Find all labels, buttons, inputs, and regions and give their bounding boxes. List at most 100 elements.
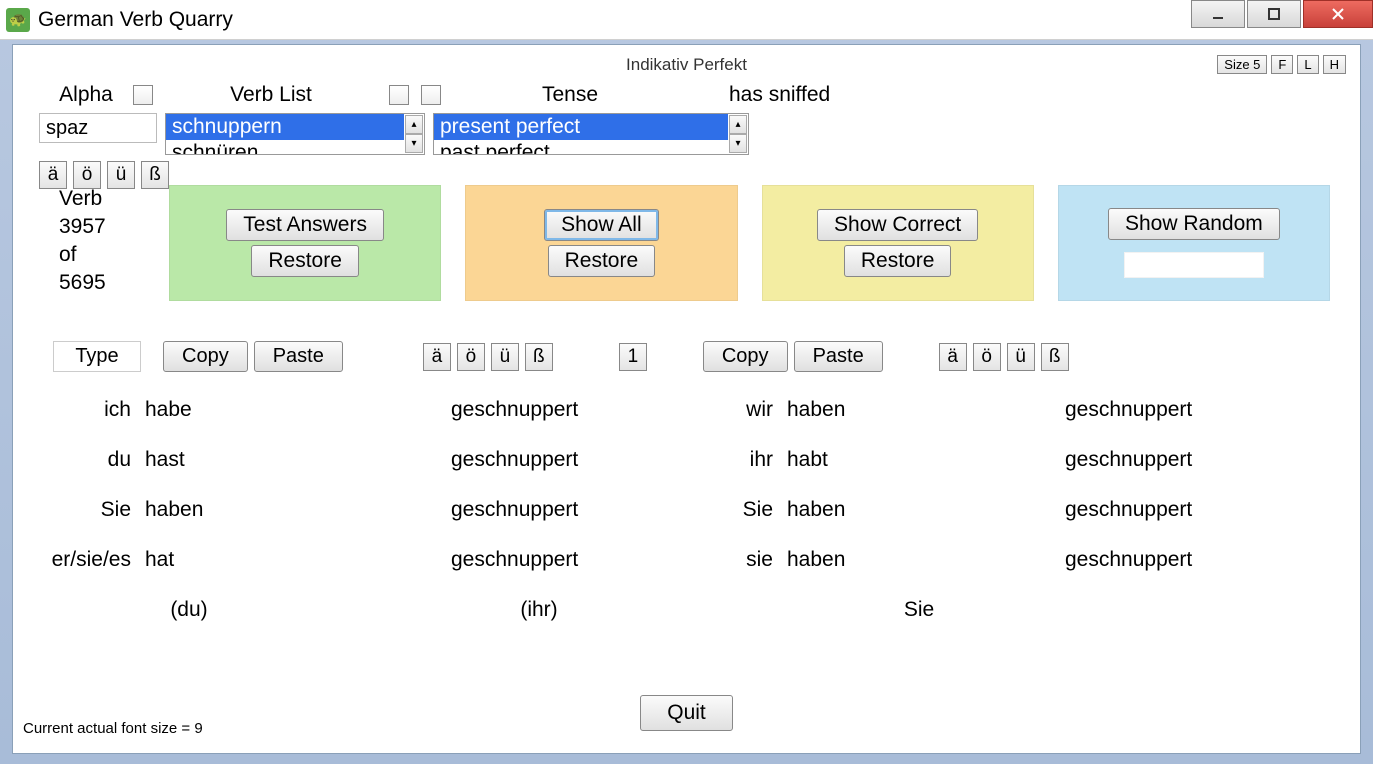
aux-field[interactable]: haben [783,398,875,422]
counter-l4: 5695 [59,269,106,297]
aux-field[interactable]: habt [783,448,875,472]
titlebar: 🐢 German Verb Quarry [0,0,1373,40]
char-u-button-2[interactable]: ü [491,343,519,371]
pronoun: Sie [729,498,783,522]
aux-field[interactable]: hat [141,548,231,572]
imper-sie: Sie [729,598,1109,622]
translation: has sniffed [729,83,830,107]
panel-show-random: Show Random [1058,185,1330,301]
digit-button[interactable]: 1 [619,343,647,371]
paste-button-left[interactable]: Paste [254,341,343,372]
tense-item-next[interactable]: past perfect [434,140,728,155]
pronoun: ihr [729,448,783,472]
tense-list-up[interactable]: ▴ [729,115,747,134]
char-ss-button-3[interactable]: ß [1041,343,1069,371]
alpha-checkbox[interactable] [133,85,153,105]
counter-l2: 3957 [59,213,106,241]
participle-field[interactable]: geschnuppert [1061,448,1239,472]
aux-field[interactable]: habe [141,398,231,422]
verb-item-selected[interactable]: schnuppern [166,114,404,140]
char-o-button-2[interactable]: ö [457,343,485,371]
tense-checkbox[interactable] [421,85,441,105]
panel-test: Test Answers Restore [169,185,441,301]
verb-item-next[interactable]: schnüren [166,140,404,155]
imper-ihr: (ihr) [349,598,729,622]
h-button[interactable]: H [1323,55,1346,74]
imper-du: (du) [29,598,349,622]
restore-button-1[interactable]: Restore [251,245,359,277]
counter-l3: of [59,241,106,269]
pronoun: wir [729,398,783,422]
restore-button-2[interactable]: Restore [548,245,656,277]
copy-button-left[interactable]: Copy [163,341,248,372]
test-answers-button[interactable]: Test Answers [226,209,384,241]
l-button[interactable]: L [1297,55,1318,74]
maximize-button[interactable] [1247,0,1301,28]
pronoun: du [29,448,141,472]
panel-show-all: Show All Restore [465,185,737,301]
char-ss-button[interactable]: ß [141,161,169,189]
verb-list-down[interactable]: ▾ [405,134,423,153]
pronoun: er/sie/es [29,548,141,572]
participle-field[interactable]: geschnuppert [447,548,625,572]
app-icon: 🐢 [6,8,30,32]
conjugation-grid: ich habe geschnuppert wir haben geschnup… [29,385,1330,635]
char-u-button[interactable]: ü [107,161,135,189]
paste-button-right[interactable]: Paste [794,341,883,372]
aux-field[interactable]: haben [141,498,231,522]
participle-field[interactable]: geschnuppert [1061,498,1239,522]
aux-field[interactable]: hast [141,448,231,472]
counter-l1: Verb [59,185,106,213]
close-button[interactable] [1303,0,1373,28]
verb-list-checkbox[interactable] [389,85,409,105]
verb-list-label: Verb List [153,83,389,107]
char-a-button-3[interactable]: ä [939,343,967,371]
char-a-button-2[interactable]: ä [423,343,451,371]
alpha-input[interactable] [39,113,157,143]
minimize-button[interactable] [1191,0,1245,28]
f-button[interactable]: F [1271,55,1293,74]
tense-item-selected[interactable]: present perfect [434,114,728,140]
conj-row: Sie haben geschnuppert Sie haben geschnu… [29,485,1330,535]
mid-toolbar: Type Copy Paste ä ö ü ß 1 Copy Paste ä ö… [53,341,1330,372]
verb-list-up[interactable]: ▴ [405,115,423,134]
participle-field[interactable]: geschnuppert [447,398,625,422]
quit-button[interactable]: Quit [640,695,733,731]
imperative-row: (du) (ihr) Sie [29,585,1330,635]
conj-row: ich habe geschnuppert wir haben geschnup… [29,385,1330,435]
show-random-button[interactable]: Show Random [1108,208,1280,240]
panel-show-correct: Show Correct Restore [762,185,1034,301]
char-ss-button-2[interactable]: ß [525,343,553,371]
pronoun: sie [729,548,783,572]
aux-field[interactable]: haben [783,548,875,572]
participle-field[interactable]: geschnuppert [1061,398,1239,422]
tense-list-down[interactable]: ▾ [729,134,747,153]
participle-field[interactable]: geschnuppert [1061,548,1239,572]
app-title: German Verb Quarry [38,8,233,32]
window-buttons [1189,0,1373,39]
size-button[interactable]: Size 5 [1217,55,1267,74]
restore-button-3[interactable]: Restore [844,245,952,277]
participle-field[interactable]: geschnuppert [447,448,625,472]
type-button[interactable]: Type [53,341,141,372]
alpha-label: Alpha [39,83,133,107]
participle-field[interactable]: geschnuppert [447,498,625,522]
char-u-button-3[interactable]: ü [1007,343,1035,371]
selector-row: Alpha Verb List Tense has sniffed schnup… [39,83,1334,189]
action-panels: Test Answers Restore Show All Restore Sh… [169,185,1330,301]
verb-listbox[interactable]: schnuppern schnüren ▴ ▾ [165,113,425,155]
tense-label: Tense [441,83,699,107]
tense-indicator: Indikativ Perfekt [13,55,1360,75]
random-field[interactable] [1124,252,1264,278]
show-all-button[interactable]: Show All [544,209,659,241]
conj-row: du hast geschnuppert ihr habt geschnuppe… [29,435,1330,485]
char-o-button-3[interactable]: ö [973,343,1001,371]
tense-listbox[interactable]: present perfect past perfect ▴ ▾ [433,113,749,155]
footer-status: Current actual font size = 9 [23,720,203,737]
pronoun: ich [29,398,141,422]
conj-row: er/sie/es hat geschnuppert sie haben ges… [29,535,1330,585]
show-correct-button[interactable]: Show Correct [817,209,978,241]
copy-button-right[interactable]: Copy [703,341,788,372]
aux-field[interactable]: haben [783,498,875,522]
pronoun: Sie [29,498,141,522]
